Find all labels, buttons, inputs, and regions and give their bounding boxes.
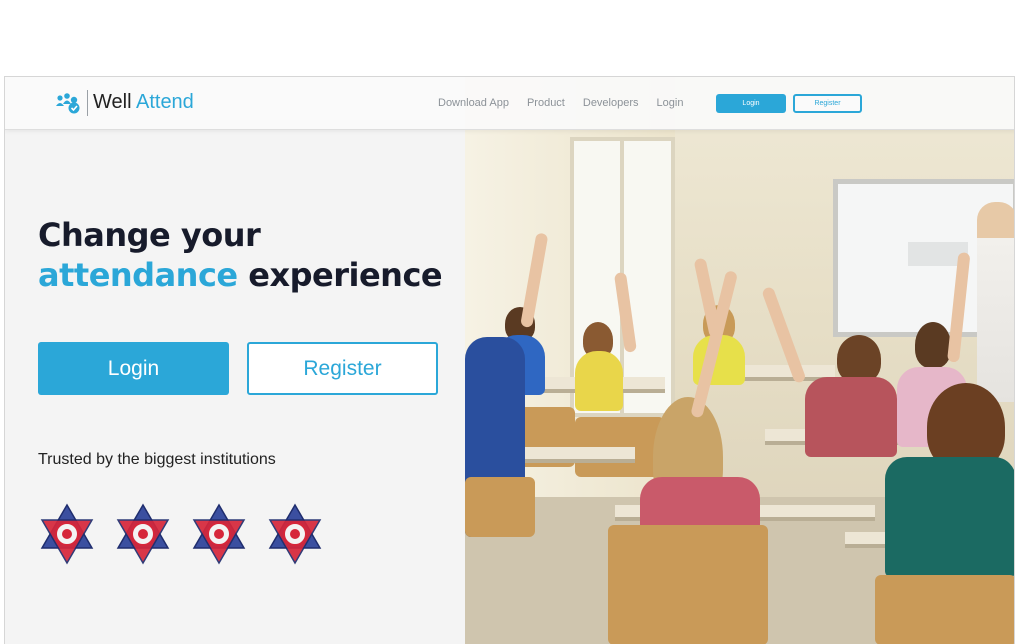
nav-links: Download App Product Developers Login (438, 97, 683, 109)
people-group-icon[interactable] (55, 92, 81, 114)
nav-link-download-app[interactable]: Download App (438, 97, 509, 109)
headline-line-2: attendance experience (38, 255, 443, 295)
nav-link-login[interactable]: Login (657, 97, 684, 109)
landing-page: Well Attend Download App Product Develop… (4, 76, 1015, 644)
nav-link-developers[interactable]: Developers (583, 97, 639, 109)
brand-logo[interactable]: Well Attend (93, 91, 194, 114)
star-emblem-icon (192, 503, 246, 565)
hero-headline: Change your attendance experience (38, 215, 443, 295)
logo-divider (87, 90, 88, 116)
top-navbar: Well Attend Download App Product Develop… (5, 77, 1014, 130)
headline-rest: experience (248, 256, 443, 294)
hero-register-button[interactable]: Register (247, 342, 438, 395)
star-emblem-icon (268, 503, 322, 565)
brand-name-accent: Attend (135, 91, 194, 113)
star-emblem-icon (40, 503, 94, 565)
headline-accent: attendance (38, 256, 238, 294)
nav-login-button[interactable]: Login (716, 94, 786, 113)
institution-badges (38, 503, 342, 565)
trusted-by-text: Trusted by the biggest institutions (38, 451, 276, 468)
hero-classroom-photo (465, 77, 1014, 644)
star-emblem-icon (116, 503, 170, 565)
headline-line-1: Change your (38, 216, 261, 254)
nav-register-button[interactable]: Register (793, 94, 862, 113)
nav-link-product[interactable]: Product (527, 97, 565, 109)
brand-name-primary: Well (93, 91, 132, 113)
hero-login-button[interactable]: Login (38, 342, 229, 395)
